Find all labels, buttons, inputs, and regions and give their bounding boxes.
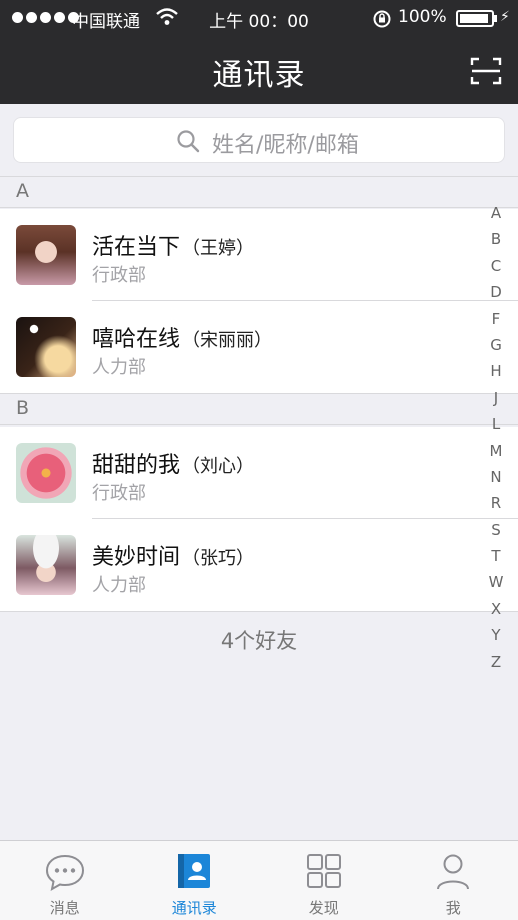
tab-discover[interactable]: 发现 bbox=[259, 841, 389, 920]
avatar bbox=[16, 317, 76, 377]
avatar bbox=[16, 443, 76, 503]
index-letter[interactable]: L bbox=[484, 411, 508, 437]
contact-real-name: （张巧） bbox=[182, 548, 255, 569]
tab-label: 发现 bbox=[308, 899, 339, 917]
section-header-b: B bbox=[0, 393, 518, 425]
index-letter[interactable]: F bbox=[484, 306, 508, 332]
tab-me[interactable]: 我 bbox=[389, 841, 518, 920]
index-letter[interactable]: S bbox=[484, 517, 508, 543]
index-letter[interactable]: X bbox=[484, 596, 508, 622]
contacts-book-icon bbox=[178, 854, 211, 888]
contact-row[interactable]: 甜甜的我 （刘心） 行政部 bbox=[0, 427, 518, 519]
friend-count: 4个好友 bbox=[220, 629, 298, 653]
tab-messages[interactable]: 消息 bbox=[0, 841, 130, 920]
contact-row[interactable]: 活在当下 （王婷） 行政部 bbox=[0, 209, 518, 301]
index-letter[interactable]: Z bbox=[484, 649, 508, 675]
battery-icon bbox=[456, 10, 494, 27]
index-letter[interactable]: W bbox=[484, 569, 508, 595]
search-placeholder: 姓名/昵称/邮箱 bbox=[212, 133, 359, 158]
contact-row[interactable]: 嘻哈在线 （宋丽丽） 人力部 bbox=[0, 301, 518, 393]
contact-department: 人力部 bbox=[92, 357, 146, 378]
search-area: 姓名/昵称/邮箱 bbox=[0, 104, 518, 176]
tab-bar: 消息 通讯录 发现 我 bbox=[0, 840, 518, 920]
scan-icon[interactable] bbox=[470, 56, 502, 86]
avatar bbox=[16, 225, 76, 285]
index-letter[interactable]: T bbox=[484, 543, 508, 569]
battery-percentage: 100% bbox=[398, 7, 447, 27]
index-letter[interactable]: N bbox=[484, 464, 508, 490]
index-letter[interactable]: M bbox=[484, 438, 508, 464]
contact-real-name: （刘心） bbox=[182, 456, 255, 477]
page-title: 通讯录 bbox=[212, 58, 306, 93]
contact-real-name: （王婷） bbox=[182, 238, 255, 259]
status-bar: 中国联通 上午 00：00 100% ⚡ bbox=[0, 0, 518, 36]
section-header-a: A bbox=[0, 176, 518, 208]
tab-label: 通讯录 bbox=[171, 899, 217, 917]
section-letter: B bbox=[16, 397, 30, 419]
grid-icon bbox=[306, 854, 341, 888]
contact-nickname: 活在当下 bbox=[92, 235, 181, 260]
search-icon bbox=[177, 130, 200, 153]
top-bar: 中国联通 上午 00：00 100% ⚡ 通讯录 bbox=[0, 0, 518, 104]
search-input[interactable]: 姓名/昵称/邮箱 bbox=[13, 117, 505, 163]
contact-department: 行政部 bbox=[92, 265, 146, 286]
avatar bbox=[16, 535, 76, 595]
rotation-lock-icon bbox=[373, 10, 391, 28]
index-letter[interactable]: B bbox=[484, 226, 508, 252]
index-letter[interactable]: G bbox=[484, 332, 508, 358]
alphabet-index[interactable]: A B C D F G H J L M N R S T W X Y Z bbox=[484, 200, 508, 675]
tab-label: 消息 bbox=[49, 899, 80, 917]
contact-name: 甜甜的我 （刘心） bbox=[92, 447, 254, 479]
contact-nickname: 美妙时间 bbox=[92, 545, 181, 570]
person-icon bbox=[437, 854, 470, 890]
battery-tip bbox=[494, 15, 497, 22]
index-letter[interactable]: J bbox=[484, 385, 508, 411]
contact-department: 人力部 bbox=[92, 575, 146, 596]
index-letter[interactable]: D bbox=[484, 279, 508, 305]
contact-row[interactable]: 美妙时间 （张巧） 人力部 bbox=[0, 519, 518, 611]
index-letter[interactable]: H bbox=[484, 358, 508, 384]
tab-label: 我 bbox=[445, 899, 461, 917]
section-letter: A bbox=[16, 180, 29, 202]
contact-name: 活在当下 （王婷） bbox=[92, 229, 254, 261]
index-letter[interactable]: Y bbox=[484, 622, 508, 648]
contact-nickname: 嘻哈在线 bbox=[92, 327, 181, 352]
index-letter[interactable]: R bbox=[484, 490, 508, 516]
contact-name: 美妙时间 （张巧） bbox=[92, 539, 254, 571]
contact-nickname: 甜甜的我 bbox=[92, 453, 181, 478]
contact-department: 行政部 bbox=[92, 483, 146, 504]
charging-icon: ⚡ bbox=[500, 9, 510, 25]
contact-name: 嘻哈在线 （宋丽丽） bbox=[92, 321, 272, 353]
index-letter[interactable]: C bbox=[484, 253, 508, 279]
index-letter[interactable]: A bbox=[484, 200, 508, 226]
contact-real-name: （宋丽丽） bbox=[182, 330, 273, 351]
chat-bubble-icon bbox=[45, 854, 84, 891]
tab-contacts[interactable]: 通讯录 bbox=[130, 841, 260, 920]
